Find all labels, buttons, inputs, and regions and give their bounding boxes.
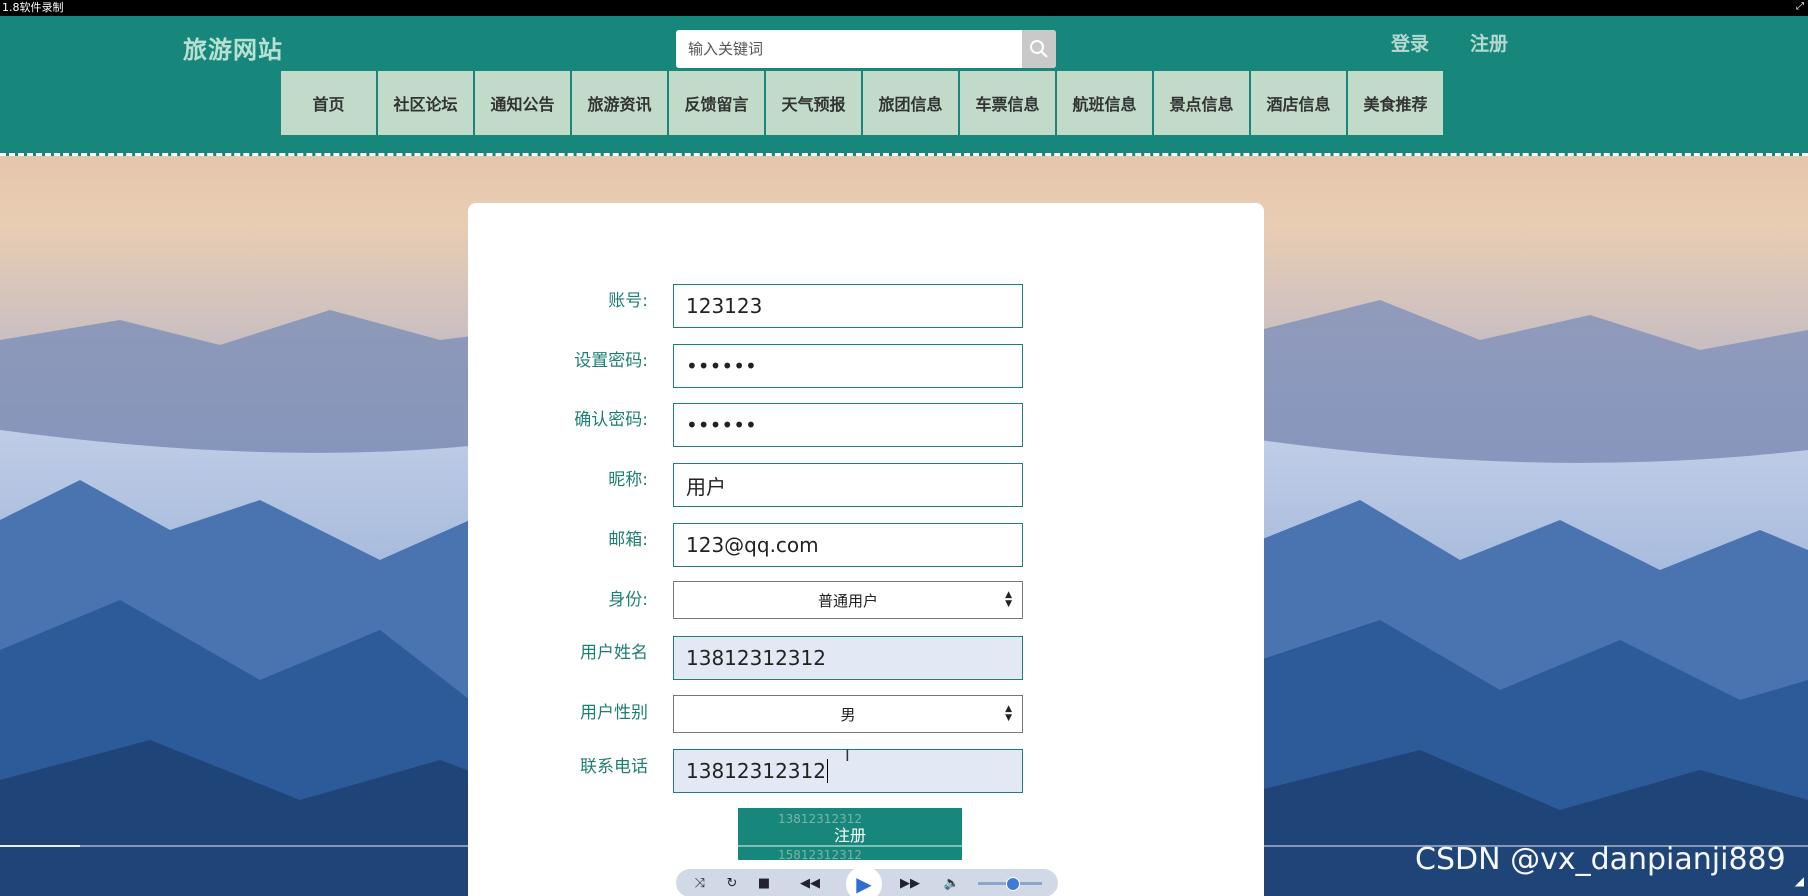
confirm-password-field[interactable]: ••••••	[673, 403, 1023, 447]
email-label: 邮箱:	[608, 530, 648, 550]
nav-tickets[interactable]: 车票信息	[960, 71, 1055, 135]
recorder-title: 1.8软件录制	[2, 1, 64, 14]
register-form-card: 账号: 123123 设置密码: •••••• 确认密码: •••••• 昵称:…	[468, 203, 1264, 896]
password-field[interactable]: ••••••	[673, 344, 1023, 388]
nav-notices[interactable]: 通知公告	[475, 71, 570, 135]
nav-feedback[interactable]: 反馈留言	[669, 71, 764, 135]
text-cursor-icon: I	[845, 746, 850, 765]
nav-travel-news[interactable]: 旅游资讯	[572, 71, 667, 135]
role-selected-value: 普通用户	[817, 591, 878, 610]
nav-tour-groups[interactable]: 旅团信息	[863, 71, 958, 135]
search-input[interactable]	[676, 30, 1022, 68]
play-icon: ▶	[856, 872, 872, 896]
csdn-watermark: CSDN @vx_danpianji889	[1415, 842, 1786, 877]
nav-weather[interactable]: 天气预报	[766, 71, 861, 135]
account-label: 账号:	[608, 291, 648, 311]
realname-field[interactable]: 13812312312	[673, 636, 1023, 680]
search-icon	[1030, 40, 1048, 58]
shuffle-icon[interactable]: ⤨	[686, 869, 714, 896]
playback-time: 01:14	[634, 878, 672, 893]
nav-attractions[interactable]: 景点信息	[1154, 71, 1249, 135]
realname-label: 用户姓名	[580, 643, 648, 663]
nav-home[interactable]: 首页	[281, 71, 376, 135]
volume-icon[interactable]: 🔈	[938, 869, 966, 896]
nav-hotels[interactable]: 酒店信息	[1251, 71, 1346, 135]
register-link[interactable]: 注册	[1470, 29, 1508, 56]
confirm-password-label: 确认密码:	[574, 410, 648, 430]
autofill-option[interactable]: 13812312312	[778, 812, 928, 826]
play-button[interactable]: ▶	[846, 866, 882, 896]
nav-flights[interactable]: 航班信息	[1057, 71, 1152, 135]
volume-knob[interactable]	[1006, 877, 1020, 891]
gender-label: 用户性别	[580, 703, 648, 723]
gender-selected-value: 男	[840, 705, 856, 724]
progress-fill	[0, 845, 80, 847]
repeat-icon[interactable]: ↻	[718, 869, 746, 896]
select-arrows-icon: ▲ ▼	[1005, 704, 1012, 723]
search-box	[676, 30, 1056, 68]
rewind-icon[interactable]: ◀◀	[796, 869, 824, 896]
text-caret	[826, 759, 828, 783]
stop-icon[interactable]: ■	[750, 869, 778, 896]
search-button[interactable]	[1022, 30, 1056, 68]
player-control-bar: ⤨ ↻ ■ ◀◀ ▶ ▶▶ 🔈	[676, 866, 1058, 896]
resize-corner-icon[interactable]: ◢	[1795, 874, 1804, 888]
nickname-label: 昵称:	[608, 470, 648, 490]
phone-label: 联系电话	[580, 757, 648, 777]
nickname-field[interactable]: 用户	[673, 463, 1023, 507]
password-label: 设置密码:	[574, 351, 648, 371]
select-arrows-icon: ▲ ▼	[1005, 590, 1012, 609]
nav-forum[interactable]: 社区论坛	[378, 71, 473, 135]
fast-forward-icon[interactable]: ▶▶	[896, 869, 924, 896]
site-logo[interactable]: 旅游网站	[183, 30, 283, 65]
email-field[interactable]: 123@qq.com	[673, 523, 1023, 567]
account-field[interactable]: 123123	[673, 284, 1023, 328]
login-link[interactable]: 登录	[1391, 29, 1429, 56]
role-label: 身份:	[608, 590, 648, 610]
role-select[interactable]: 普通用户 ▲ ▼	[673, 581, 1023, 619]
main-nav: 首页 社区论坛 通知公告 旅游资讯 反馈留言 天气预报 旅团信息 车票信息 航班…	[281, 71, 1443, 135]
gender-select[interactable]: 男 ▲ ▼	[673, 695, 1023, 733]
recorder-title-bar: 1.8软件录制 ⤢	[0, 0, 1808, 16]
fullscreen-toggle-icon[interactable]: ⤢	[1796, 1, 1804, 13]
phone-value: 13812312312	[686, 759, 826, 783]
site-header: 旅游网站 登录 注册 首页 社区论坛 通知公告 旅游资讯 反馈留言 天气预报 旅…	[0, 16, 1808, 156]
nav-food[interactable]: 美食推荐	[1348, 71, 1443, 135]
